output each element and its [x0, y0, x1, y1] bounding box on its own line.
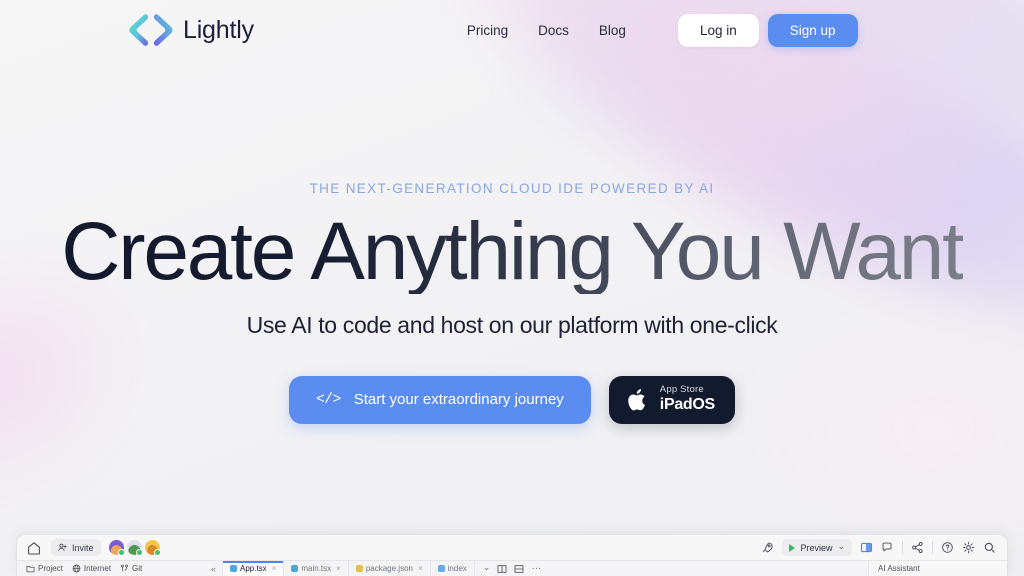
header-actions: Log in Sign up: [677, 13, 858, 47]
tree-tab-internet-label: Internet: [83, 564, 112, 573]
ide-preview-window: Invite Preview ⌄ Project Internet Git « …: [16, 534, 1008, 576]
home-icon[interactable]: [26, 540, 42, 556]
avatar[interactable]: [144, 540, 161, 556]
code-brackets-logo-icon: [129, 14, 173, 46]
hero-cta-row: </> Start your extraordinary journey App…: [289, 375, 735, 424]
nav-link-docs[interactable]: Docs: [538, 23, 569, 38]
react-file-icon: [291, 565, 299, 572]
close-icon[interactable]: ×: [418, 564, 423, 573]
gear-icon[interactable]: [962, 541, 975, 554]
start-journey-button[interactable]: </> Start your extraordinary journey: [289, 375, 591, 424]
folder-icon: [26, 566, 35, 573]
html-file-icon: [437, 565, 445, 572]
chevron-down-icon: ⌄: [837, 540, 845, 551]
more-horizontal-icon[interactable]: …: [531, 561, 542, 572]
ide-toolbar-right: Preview ⌄: [761, 539, 998, 556]
project-tool-tabs: Project Internet Git «: [17, 561, 223, 576]
file-tab-package-json[interactable]: package.json ×: [349, 561, 431, 576]
preview-label: Preview: [800, 542, 833, 553]
brand-logo[interactable]: Lightly: [128, 13, 254, 47]
ide-tabs-row: Project Internet Git « App.tsx × main.ts…: [17, 561, 1007, 576]
hero-eyebrow: THE NEXT-GENERATION CLOUD IDE POWERED BY…: [309, 181, 715, 196]
collaborator-avatars: [108, 540, 161, 556]
file-tab-label: index: [447, 564, 467, 573]
file-tab-main-tsx[interactable]: main.tsx ×: [284, 561, 349, 576]
tree-tab-internet[interactable]: Internet: [72, 564, 111, 573]
file-tab-index[interactable]: index: [431, 561, 475, 576]
ai-assistant-label: AI Assistant: [878, 564, 920, 573]
site-header: Lightly Pricing Docs Blog Log in Sign up: [0, 0, 1024, 60]
person-add-icon: [58, 543, 67, 552]
file-tab-label: main.tsx: [301, 564, 332, 573]
hero-section: THE NEXT-GENERATION CLOUD IDE POWERED BY…: [0, 60, 1024, 530]
main-navigation: Pricing Docs Blog: [467, 23, 626, 38]
nav-link-blog[interactable]: Blog: [599, 23, 626, 38]
split-vertical-icon[interactable]: [497, 564, 507, 574]
tree-tab-project-label: Project: [38, 564, 63, 573]
app-store-button[interactable]: App Store iPadOS: [608, 375, 735, 424]
globe-icon: [72, 564, 81, 573]
json-file-icon: [355, 565, 363, 572]
toolbar-divider: [932, 541, 933, 554]
tree-tab-git[interactable]: Git: [120, 564, 142, 573]
signup-button[interactable]: Sign up: [767, 13, 858, 47]
layout-panel-icon[interactable]: [860, 541, 873, 554]
app-store-platform-label: iPadOS: [659, 396, 715, 414]
help-circle-icon[interactable]: [941, 541, 954, 554]
search-icon[interactable]: [983, 541, 996, 554]
split-horizontal-icon[interactable]: [514, 564, 524, 574]
collapse-panel-icon[interactable]: «: [211, 564, 216, 574]
ai-assistant-panel-header: AI Assistant: [868, 561, 1007, 576]
brand-name: Lightly: [183, 15, 254, 44]
file-tab-label: package.json: [365, 564, 413, 573]
file-tab-app-tsx[interactable]: App.tsx ×: [223, 561, 285, 576]
ide-toolbar: Invite Preview ⌄: [17, 535, 1007, 561]
apple-icon: [628, 388, 645, 411]
react-file-icon: [230, 565, 237, 572]
file-tab-label: App.tsx: [240, 564, 267, 573]
tree-tab-project[interactable]: Project: [26, 564, 63, 573]
nav-link-pricing[interactable]: Pricing: [467, 23, 508, 38]
git-branch-icon: [121, 564, 128, 572]
page-title: Create Anything You Want: [61, 206, 965, 297]
app-store-small-label: App Store: [659, 384, 704, 396]
chevron-down-icon[interactable]: ⌄: [483, 562, 491, 573]
start-journey-label: Start your extraordinary journey: [353, 391, 564, 409]
invite-button[interactable]: Invite: [51, 539, 101, 556]
avatar[interactable]: [126, 540, 143, 556]
editor-tab-tools: ⌄ …: [475, 561, 550, 574]
share-icon[interactable]: [911, 541, 924, 554]
chat-bubble-icon[interactable]: [881, 541, 894, 554]
tree-tab-git-label: Git: [132, 564, 143, 573]
toolbar-divider: [902, 541, 903, 554]
play-icon: [789, 543, 796, 552]
close-icon[interactable]: ×: [336, 564, 341, 573]
app-store-text: App Store iPadOS: [660, 385, 715, 414]
editor-file-tabs: App.tsx × main.tsx × package.json × inde…: [223, 561, 868, 576]
hero-subheadline: Use AI to code and host on our platform …: [246, 311, 778, 338]
avatar[interactable]: [108, 540, 125, 556]
code-glyph-icon: </>: [316, 391, 341, 408]
preview-button[interactable]: Preview ⌄: [782, 539, 852, 556]
login-button[interactable]: Log in: [677, 13, 759, 47]
rocket-icon[interactable]: [761, 541, 774, 554]
close-icon[interactable]: ×: [272, 564, 277, 573]
invite-label: Invite: [72, 542, 94, 553]
